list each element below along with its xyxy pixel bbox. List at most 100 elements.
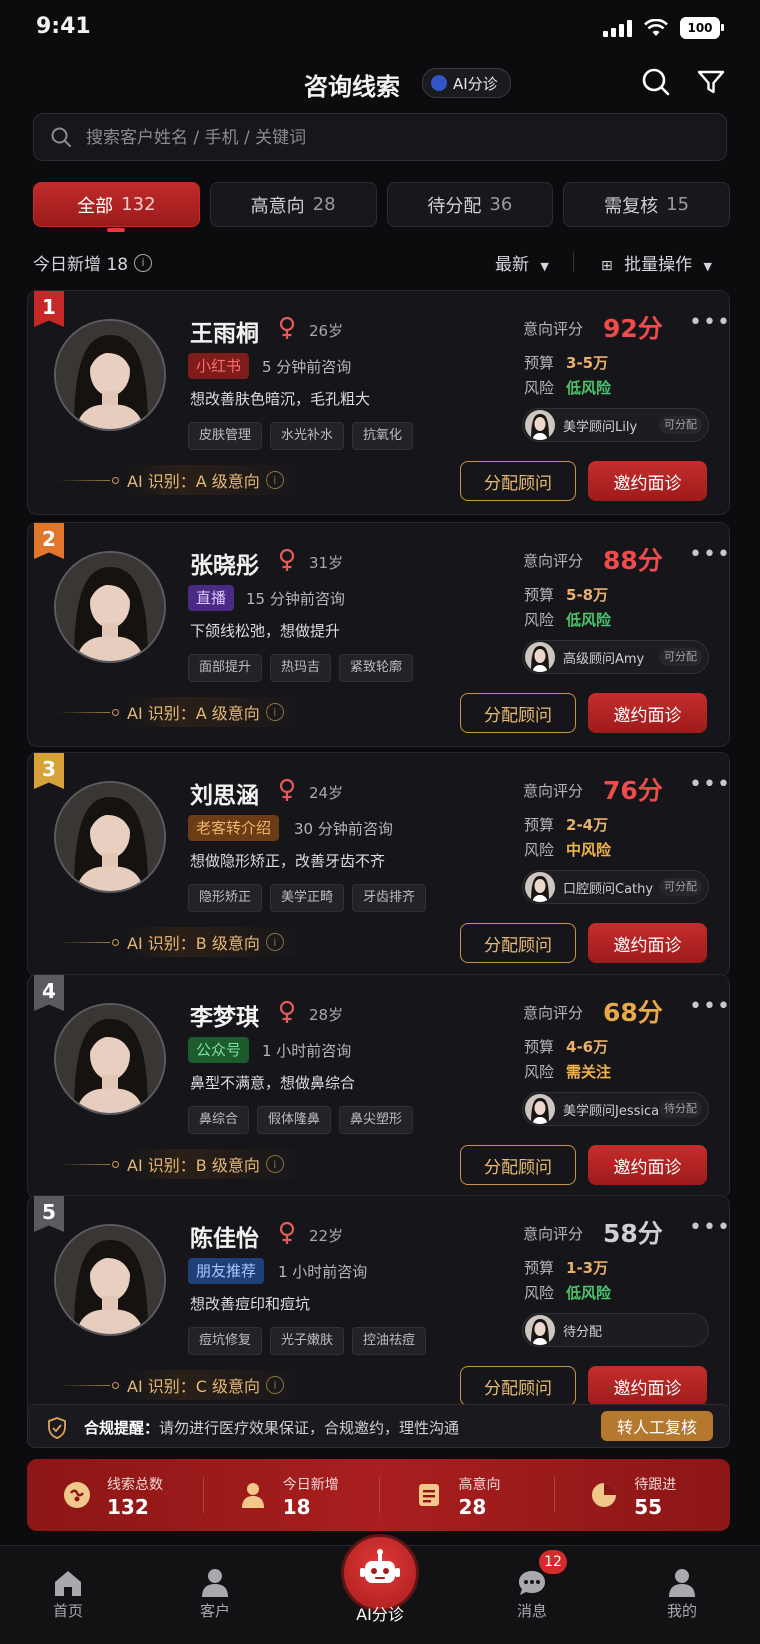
consultant-avatar [525, 642, 555, 672]
assign-consultant-button[interactable]: 分配顾问 [460, 1145, 576, 1185]
more-icon[interactable]: ••• [689, 1215, 731, 1240]
customer-age: 28岁 [309, 1006, 344, 1024]
consultant-name: 高级顾问Amy [563, 652, 645, 667]
nav-home[interactable]: 首页 [28, 1568, 108, 1621]
source-badge: 小红书 [188, 353, 250, 379]
stats-bar: 线索总数 132 今日新增 18 高意向 28 待跟进 55 [27, 1459, 730, 1531]
consultant-chip[interactable]: 美学顾问Jessica 待分配 [522, 1092, 709, 1126]
risk-label: 风险 [524, 379, 555, 397]
assign-consultant-button[interactable]: 分配顾问 [460, 461, 576, 501]
nav-message[interactable]: 消息 [492, 1568, 572, 1621]
tab-unassigned[interactable]: 待分配 36 [386, 182, 554, 227]
invite-consultation-button[interactable]: 邀约面诊 [588, 923, 707, 963]
risk-label: 风险 [524, 1284, 555, 1302]
risk-value: 中风险 [566, 841, 612, 859]
avatar[interactable] [54, 1003, 166, 1115]
ai-triage-chip[interactable]: AI分诊 [422, 68, 511, 98]
stat-follow-up[interactable]: 待跟进 55 [554, 1459, 730, 1531]
stat-label: 今日新增 [282, 1477, 339, 1493]
portrait-image [56, 553, 164, 661]
info-icon[interactable]: i [266, 1376, 285, 1394]
info-icon[interactable]: i [265, 471, 284, 489]
budget-label: 预算 [524, 586, 555, 604]
invite-consultation-button[interactable]: 邀约面诊 [588, 1145, 707, 1185]
info-icon[interactable]: i [265, 933, 284, 951]
stat-today-new[interactable]: 今日新增 18 [202, 1459, 379, 1531]
pie-chart-icon [592, 1483, 617, 1507]
batch-operation-dropdown[interactable]: ⊞ 批量操作 ▼ [601, 250, 712, 275]
tag-chip: 控油祛痘 [352, 1327, 427, 1355]
budget-row: 预算 1-3万 [524, 1257, 608, 1278]
invite-consultation-button[interactable]: 邀约面诊 [588, 693, 707, 733]
nav-label: 首页 [52, 1602, 83, 1620]
consultant-chip[interactable]: 高级顾问Amy 可分配 [522, 640, 709, 674]
sort-dropdown[interactable]: 最新 ▼ [495, 250, 549, 275]
lead-card[interactable]: 4 李梦琪 28岁 公众号 1 小时前咨询 鼻型不满意，想做鼻综合 鼻综合 假体隆… [27, 974, 730, 1199]
tab-all[interactable]: 全部 132 [33, 182, 200, 232]
intent-score: 92分 [603, 314, 663, 343]
inquiry-time: 5 分钟前咨询 [262, 358, 352, 376]
source-badge: 直播 [188, 585, 235, 611]
search-input[interactable] [84, 114, 688, 162]
info-icon[interactable]: i [265, 1155, 284, 1173]
avatar[interactable] [54, 551, 166, 663]
rank-badge: 5 [34, 1196, 64, 1232]
lead-card[interactable]: 3 刘思涵 24岁 老客转介绍 30 分钟前咨询 想做隐形矫正，改善牙齿不齐 隐… [27, 752, 730, 977]
invite-consultation-button[interactable]: 邀约面诊 [588, 461, 707, 501]
stat-value: 132 [107, 1495, 149, 1519]
nav-label: 消息 [516, 1602, 547, 1620]
budget-row: 预算 5-8万 [524, 584, 608, 605]
score-label: 意向评分 [523, 782, 584, 800]
more-icon[interactable]: ••• [689, 542, 731, 567]
assign-consultant-button[interactable]: 分配顾问 [460, 1366, 576, 1406]
avatar[interactable] [54, 319, 166, 431]
lead-card[interactable]: 1 王雨桐 26岁 小红书 5 分钟前咨询 想改善肤色暗沉，毛孔粗大 皮肤管理水… [27, 290, 730, 515]
customer-concern: 想改善肤色暗沉，毛孔粗大 [190, 390, 371, 408]
lead-card[interactable]: 2 张晓彤 31岁 直播 15 分钟前咨询 下颌线松弛，想做提升 面部提升 热玛吉… [27, 522, 730, 747]
risk-row: 风险 低风险 [524, 1282, 611, 1303]
avatar[interactable] [54, 1224, 166, 1336]
risk-value: 低风险 [566, 379, 612, 397]
consultant-chip[interactable]: 美学顾问Lily 可分配 [522, 408, 709, 442]
more-icon[interactable]: ••• [689, 772, 731, 797]
avatar[interactable] [54, 781, 166, 893]
consultant-chip[interactable]: 待分配 [522, 1313, 709, 1347]
person-icon [241, 1483, 264, 1508]
manual-review-button[interactable]: 转人工复核 [601, 1411, 713, 1441]
risk-row: 风险 需关注 [524, 1061, 611, 1082]
tag-chip: 鼻尖塑形 [339, 1106, 414, 1134]
customer-name: 刘思涵 [190, 783, 259, 809]
nav-customer[interactable]: 客户 [175, 1568, 255, 1621]
consultant-avatar [525, 1315, 555, 1345]
lead-card[interactable]: 5 陈佳怡 22岁 朋友推荐 1 小时前咨询 想改善痘印和痘坑 痘坑修复 光子嫩肤… [27, 1195, 730, 1420]
ai-line-decoration [58, 711, 110, 713]
ai-line-decoration [58, 941, 110, 943]
caret-down-icon: ▼ [540, 260, 549, 273]
score-label: 意向评分 [523, 1225, 584, 1243]
stat-total-leads[interactable]: 线索总数 132 [27, 1459, 203, 1531]
consultant-chip[interactable]: 口腔顾问Cathy 可分配 [522, 870, 709, 904]
info-icon[interactable]: i [134, 253, 153, 272]
ai-line-dot [112, 938, 119, 946]
tab-needs-review[interactable]: 需复核 15 [563, 182, 730, 227]
tab-high-intent[interactable]: 高意向 28 [209, 182, 377, 227]
assign-consultant-button[interactable]: 分配顾问 [460, 923, 576, 963]
inquiry-time: 30 分钟前咨询 [294, 820, 393, 838]
more-icon[interactable]: ••• [689, 310, 731, 335]
assign-consultant-button[interactable]: 分配顾问 [460, 693, 576, 733]
filter-icon[interactable] [695, 66, 727, 98]
stat-value: 55 [634, 1495, 663, 1519]
consultant-avatar [525, 872, 555, 902]
stat-high-intent[interactable]: 高意向 28 [378, 1459, 555, 1531]
status-time: 9:41 [36, 14, 91, 39]
tag-chip: 皮肤管理 [188, 422, 263, 450]
nav-mine[interactable]: 我的 [642, 1568, 722, 1621]
search-icon[interactable] [640, 66, 672, 98]
info-icon[interactable]: i [265, 703, 284, 721]
tag-list: 痘坑修复 光子嫩肤 控油祛痘 [188, 1327, 427, 1355]
budget-value: 5-8万 [566, 586, 609, 604]
invite-consultation-button[interactable]: 邀约面诊 [588, 1366, 707, 1406]
status-icons: 100 [603, 17, 724, 39]
robot-icon [360, 1549, 400, 1583]
more-icon[interactable]: ••• [689, 994, 731, 1019]
